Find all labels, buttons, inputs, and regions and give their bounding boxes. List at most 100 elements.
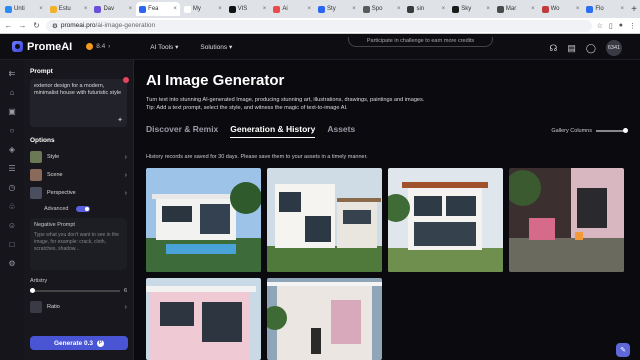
gift-icon[interactable]: ▤ <box>567 43 576 54</box>
nav-solutions[interactable]: Solutions ▾ <box>200 43 232 51</box>
tab-close-icon[interactable]: × <box>173 6 177 12</box>
reload-icon[interactable]: ↻ <box>32 21 41 30</box>
tab-close-icon[interactable]: × <box>486 6 490 12</box>
bulb-icon[interactable]: ○ <box>7 125 17 135</box>
tab-favicon-icon <box>5 5 12 13</box>
new-tab-button[interactable]: + <box>628 4 640 15</box>
tab-favicon-icon <box>273 5 281 13</box>
forward-icon[interactable]: → <box>18 21 27 30</box>
magic-wand-icon[interactable]: ✦ <box>117 117 123 124</box>
tab-label: Spo <box>371 6 383 12</box>
option-scene[interactable]: Scene › <box>30 166 127 184</box>
generate-button[interactable]: Generate 0.3 P <box>30 336 128 350</box>
browser-tab[interactable]: Flo × <box>583 2 627 16</box>
tab-label: Ai <box>282 6 288 12</box>
browser-tab[interactable]: Ai × <box>270 2 314 16</box>
credits-value: 8.4 <box>96 43 106 50</box>
main-tabs: Discover & Remix Generation & History As… <box>146 124 355 138</box>
headset-icon[interactable]: ☊ <box>549 43 557 54</box>
assistant-float-button[interactable]: ✎ <box>616 343 630 357</box>
tab-close-icon[interactable]: × <box>84 6 88 12</box>
tab-close-icon[interactable]: × <box>531 6 535 12</box>
browser-tab[interactable]: VIS × <box>226 2 270 16</box>
option-ratio[interactable]: Ratio › <box>30 298 127 316</box>
negative-prompt-input[interactable]: Negative Prompt Type what you don't want… <box>30 218 127 270</box>
option-perspective[interactable]: Perspective › <box>30 184 127 202</box>
tab-close-icon[interactable]: × <box>621 6 625 12</box>
option-style[interactable]: Style › <box>30 148 127 166</box>
clear-prompt-icon[interactable] <box>123 77 129 83</box>
tab-discover-remix[interactable]: Discover & Remix <box>146 124 218 138</box>
browser-tab[interactable]: Wo × <box>539 2 583 16</box>
chevron-right-icon: › <box>124 189 127 197</box>
browser-tab[interactable]: My × <box>181 2 225 16</box>
tab-label: Flo <box>595 6 604 12</box>
browser-tab[interactable]: Estu × <box>47 2 91 16</box>
browser-tab[interactable]: Sty × <box>315 2 359 16</box>
options-panel: Prompt exterior design for a modern, min… <box>24 60 134 360</box>
image-icon[interactable]: ▣ <box>7 106 17 116</box>
generated-image[interactable] <box>509 168 624 272</box>
nav-ai-tools[interactable]: AI Tools ▾ <box>150 43 178 51</box>
tab-assets[interactable]: Assets <box>327 124 355 138</box>
generated-image[interactable] <box>267 278 382 360</box>
tab-close-icon[interactable]: × <box>352 6 356 12</box>
tab-close-icon[interactable]: × <box>129 6 133 12</box>
brand-logo[interactable]: PromeAI <box>12 41 72 53</box>
tab-label: Sky <box>461 6 472 12</box>
generated-image[interactable] <box>146 168 261 272</box>
generated-image[interactable] <box>388 168 503 272</box>
tab-favicon-icon <box>407 5 415 13</box>
folder-icon[interactable]: □ <box>7 239 17 249</box>
promo-banner[interactable]: Participate in challenge to earn more cr… <box>348 37 493 47</box>
artistry-knob[interactable] <box>30 288 35 293</box>
generated-image[interactable] <box>146 278 261 360</box>
extensions-icon[interactable]: ▯ <box>609 22 613 30</box>
url-input[interactable]: ⚙ promeai.pro/ai-image-generation <box>46 19 592 32</box>
settings-icon[interactable]: ⚙ <box>7 258 17 268</box>
browser-tab[interactable]: Sky × <box>449 2 493 16</box>
credits-badge[interactable]: 8.4 › <box>86 43 110 50</box>
bell-icon[interactable]: ♧ <box>7 201 17 211</box>
profile-icon[interactable]: ● <box>619 22 623 30</box>
tab-close-icon[interactable]: × <box>576 6 580 12</box>
tab-label: Estu <box>58 6 71 12</box>
browser-tab[interactable]: Dav × <box>91 2 135 16</box>
user-icon[interactable]: ☺ <box>7 220 17 230</box>
brand-name: PromeAI <box>27 40 73 53</box>
clock-icon[interactable]: ◷ <box>7 182 17 192</box>
chevron-right-icon: › <box>124 153 127 161</box>
tab-close-icon[interactable]: × <box>397 6 401 12</box>
generated-image[interactable] <box>267 168 382 272</box>
collapse-icon[interactable]: ⇇ <box>7 68 17 78</box>
tab-close-icon[interactable]: × <box>263 6 267 12</box>
palette-icon[interactable]: ◈ <box>7 144 17 154</box>
browser-tab[interactable]: Spo × <box>360 2 404 16</box>
artistry-block: Artistry 6 <box>30 278 127 294</box>
globe-icon[interactable]: ◯ <box>586 43 596 54</box>
tab-close-icon[interactable]: × <box>218 6 222 12</box>
avatar[interactable]: 6341 <box>606 40 622 56</box>
artistry-slider[interactable] <box>30 288 120 293</box>
back-icon[interactable]: ← <box>4 21 13 30</box>
tab-close-icon[interactable]: × <box>308 6 312 12</box>
prompt-input[interactable]: exterior design for a modern, minimalist… <box>30 77 129 127</box>
tab-close-icon[interactable]: × <box>442 6 446 12</box>
browser-tab[interactable]: Mar × <box>494 2 538 16</box>
site-info-icon[interactable]: ⚙ <box>52 22 58 30</box>
tab-favicon-icon <box>139 5 147 13</box>
home-icon[interactable]: ⌂ <box>7 87 17 97</box>
prompt-text: exterior design for a modern, minimalist… <box>34 83 122 96</box>
bookmark-star-icon[interactable]: ☆ <box>597 22 603 30</box>
tab-close-icon[interactable]: × <box>39 6 43 12</box>
browser-tab[interactable]: Fea × <box>136 2 180 16</box>
tab-favicon-icon <box>183 5 191 13</box>
browser-tab[interactable]: Unti × <box>2 2 46 16</box>
menu-kebab-icon[interactable]: ⋮ <box>629 22 636 30</box>
advanced-toggle[interactable] <box>76 206 91 212</box>
tab-generation-history[interactable]: Generation & History <box>230 124 316 138</box>
browser-tab[interactable]: sin × <box>404 2 448 16</box>
layers-icon[interactable]: ☰ <box>7 163 17 173</box>
page-title: AI Image Generator <box>146 72 285 89</box>
gallery-columns-slider[interactable] <box>596 128 628 133</box>
